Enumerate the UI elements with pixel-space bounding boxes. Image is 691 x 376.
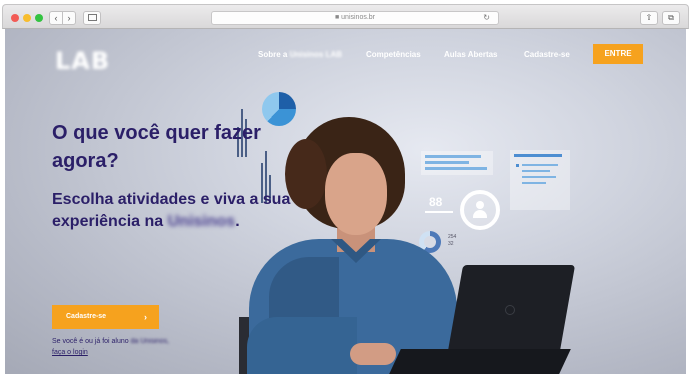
hero-subheadline: Escolha atividades e viva a sua experiên… (52, 191, 291, 230)
login-prompt: Se você é ou já foi aluno da Unisinos, f… (52, 338, 170, 356)
nav-item-about[interactable]: Sobre a Unisinos LAB (258, 50, 342, 59)
site-logo[interactable]: LAB (55, 47, 110, 75)
browser-toolbar: ‹ › ■ unisinos.br ↻ ⇧ ⧉ (2, 4, 689, 29)
share-button[interactable]: ⇧ (640, 11, 658, 25)
back-button[interactable]: ‹ (49, 11, 63, 25)
address-bar[interactable]: ■ unisinos.br ↻ (211, 11, 499, 25)
entre-button[interactable]: ENTRE (593, 44, 643, 64)
address-text: ■ unisinos.br (334, 14, 376, 21)
forward-button[interactable]: › (62, 11, 76, 25)
hero-section: 88 254 32 LAB Sobre a Unisinos LAB Compe… (5, 29, 686, 374)
close-window-button[interactable] (11, 14, 19, 22)
signup-cta-button[interactable]: Cadastre-se › (52, 305, 159, 329)
chevron-right-icon: › (144, 312, 147, 322)
sidebar-icon (87, 14, 97, 21)
hero-headline: O que você quer fazer agora? (52, 122, 261, 172)
nav-item-aulas-abertas[interactable]: Aulas Abertas (444, 50, 498, 59)
nav-item-competencias[interactable]: Competências (366, 50, 421, 59)
login-link[interactable]: faça o login (52, 349, 88, 356)
zoom-window-button[interactable] (35, 14, 43, 22)
reload-icon[interactable]: ↻ (483, 12, 490, 24)
tabs-overview-button[interactable]: ⧉ (662, 11, 680, 25)
minimize-window-button[interactable] (23, 14, 31, 22)
sidebar-toggle-button[interactable] (83, 11, 101, 25)
nav-item-cadastre-se[interactable]: Cadastre-se (524, 50, 570, 59)
